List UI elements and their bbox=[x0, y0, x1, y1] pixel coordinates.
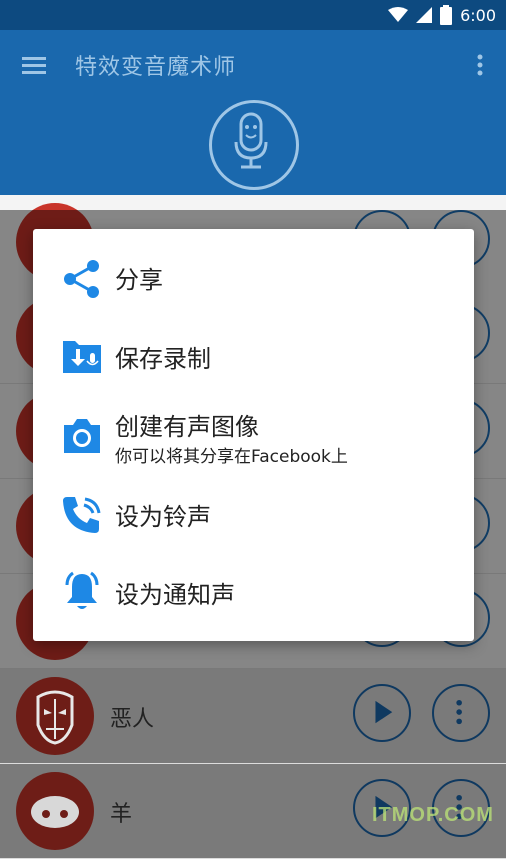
list-item[interactable]: 恶人 bbox=[0, 669, 506, 764]
battery-icon bbox=[440, 5, 453, 25]
effect-label: 恶人 bbox=[110, 707, 155, 732]
menu-item-set-notification[interactable]: 设为通知声 bbox=[33, 559, 474, 629]
menu-item-label: 保存录制 bbox=[115, 345, 211, 373]
app-title: 特效变音魔术师 bbox=[75, 55, 237, 80]
villain-mask-icon bbox=[16, 677, 94, 755]
menu-item-set-ringtone[interactable]: 设为铃声 bbox=[33, 481, 474, 551]
record-button[interactable] bbox=[209, 100, 299, 190]
signal-icon bbox=[416, 7, 433, 23]
status-icons: 6:00 bbox=[388, 0, 496, 30]
menu-item-create-audio-image[interactable]: 创建有声图像 你可以将其分享在Facebook上 bbox=[33, 401, 474, 481]
share-icon bbox=[64, 260, 99, 298]
effect-label: 羊 bbox=[110, 802, 133, 827]
menu-item-label: 分享 bbox=[115, 266, 163, 294]
menu-item-label: 设为通知声 bbox=[115, 581, 235, 609]
play-button[interactable] bbox=[353, 684, 411, 742]
camera-icon bbox=[64, 419, 100, 453]
sheep-icon bbox=[16, 772, 94, 850]
menu-item-label: 创建有声图像 bbox=[115, 413, 259, 441]
menu-item-share[interactable]: 分享 bbox=[33, 244, 474, 314]
menu-icon[interactable] bbox=[20, 52, 50, 82]
status-time: 6:00 bbox=[460, 5, 496, 25]
watermark: ITMOP.COM bbox=[372, 804, 494, 826]
app-bar: 特效变音魔术师 bbox=[0, 30, 506, 210]
more-options-icon[interactable] bbox=[468, 52, 492, 82]
play-icon bbox=[375, 700, 393, 724]
menu-item-subtitle: 你可以将其分享在Facebook上 bbox=[115, 447, 348, 467]
menu-item-save-recording[interactable]: 保存录制 bbox=[33, 323, 474, 393]
share-options-dialog: 分享 保存录制 创建有声图像 你可以将其分享在Facebook上 设为铃声 设为… bbox=[33, 229, 474, 641]
more-vert-icon bbox=[456, 699, 462, 725]
bell-icon bbox=[65, 571, 99, 609]
phone-ringtone-icon bbox=[63, 497, 101, 533]
status-bar: 6:00 bbox=[0, 0, 506, 30]
save-download-icon bbox=[63, 341, 101, 373]
effect-options-button[interactable] bbox=[432, 684, 490, 742]
menu-item-label: 设为铃声 bbox=[115, 503, 211, 531]
microphone-icon bbox=[234, 112, 268, 169]
wifi-icon bbox=[388, 7, 409, 22]
